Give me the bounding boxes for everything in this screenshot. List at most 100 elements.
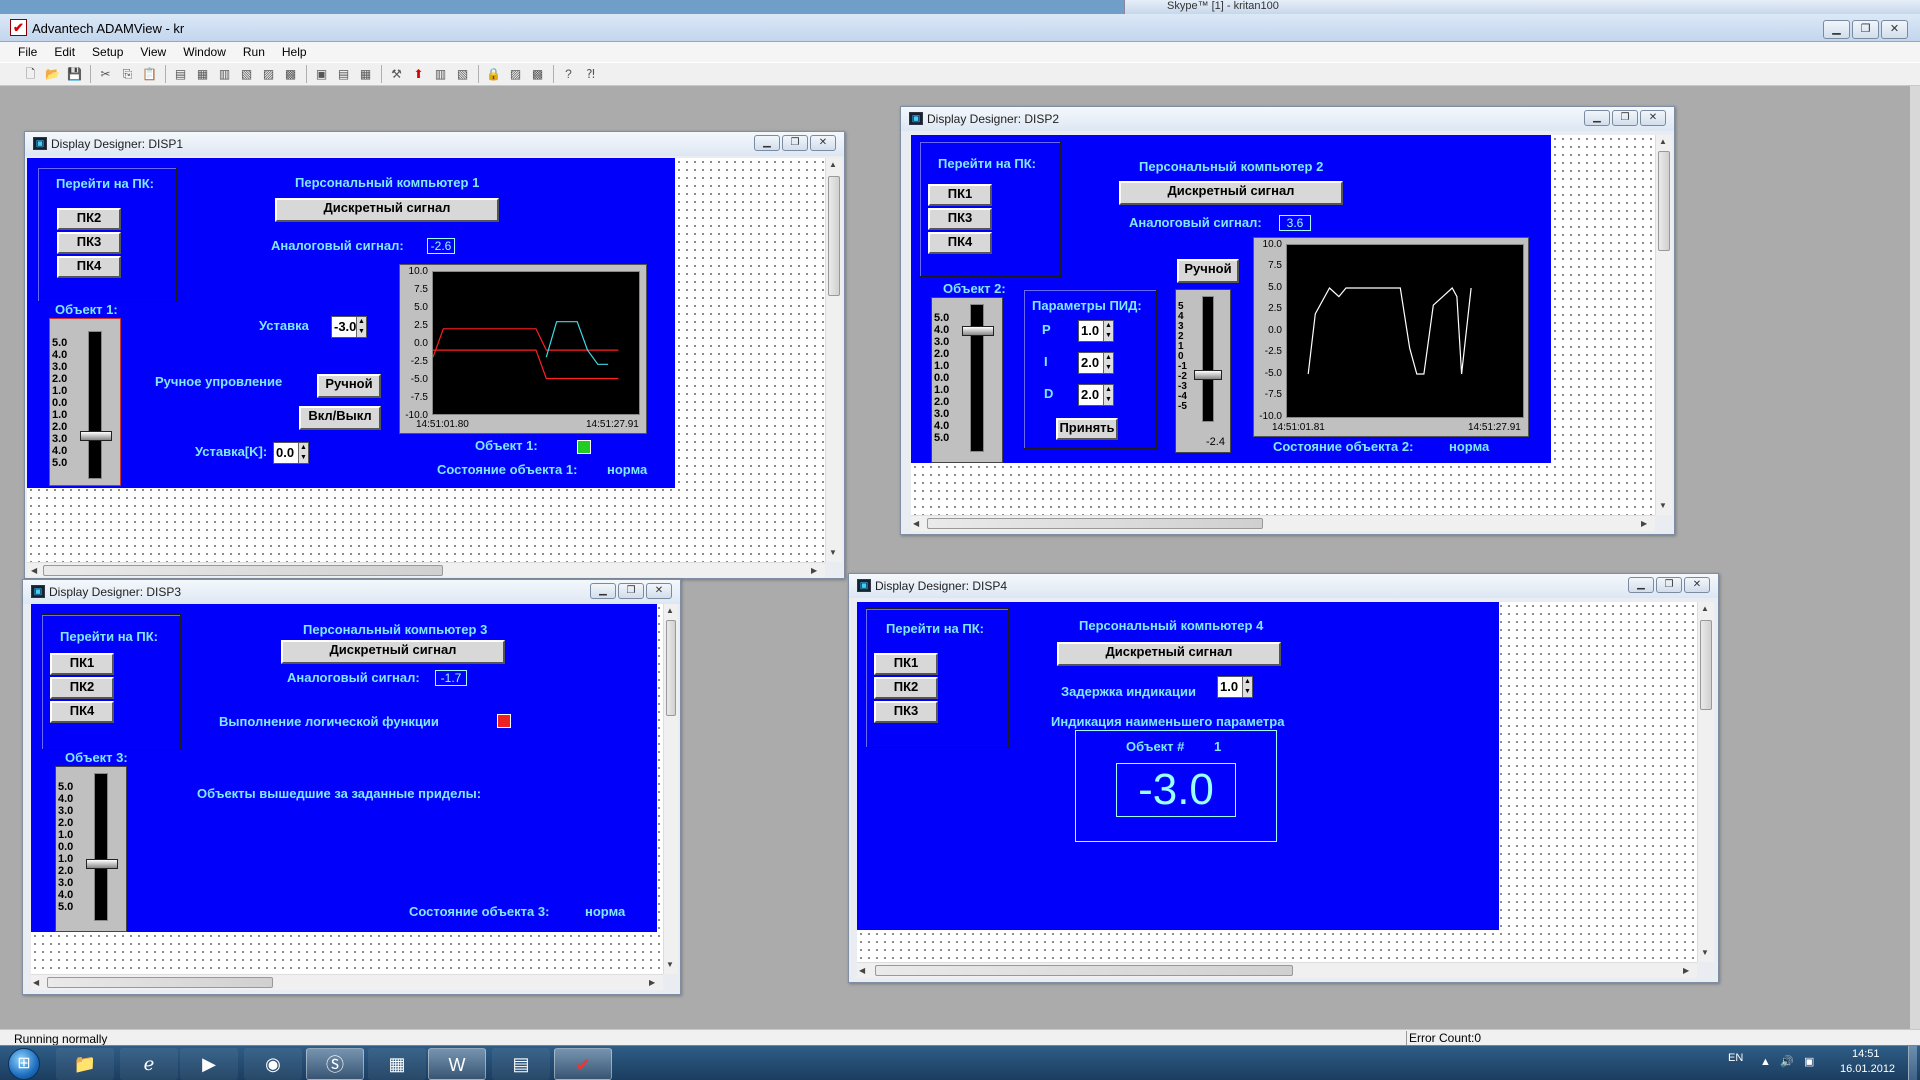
paste-icon[interactable]: 📋 xyxy=(141,66,158,83)
scroll-up-icon[interactable]: ▲ xyxy=(829,160,837,169)
run-icon[interactable]: ⬆ xyxy=(410,66,427,83)
scroll-thumb[interactable] xyxy=(828,176,840,296)
maximize-button[interactable]: ❐ xyxy=(1852,20,1879,39)
slider-thumb[interactable] xyxy=(80,431,112,441)
adamview-icon[interactable]: ✔ xyxy=(554,1048,612,1080)
close-button[interactable]: ✕ xyxy=(1881,20,1908,39)
skype-icon[interactable]: Ⓢ xyxy=(306,1048,364,1080)
pid-i-spinner[interactable]: 2.0 ▲ ▼ xyxy=(1078,352,1114,374)
on-off-button[interactable]: Вкл/Выкл xyxy=(299,406,381,430)
tool-icon[interactable]: ▤ xyxy=(172,66,189,83)
minimize-button[interactable]: ▁ xyxy=(590,583,616,599)
internet-explorer-icon[interactable]: ℯ xyxy=(120,1048,178,1080)
close-button[interactable]: ✕ xyxy=(1684,577,1710,593)
scroll-left-icon[interactable]: ◀ xyxy=(913,519,919,528)
disp2-horizontal-scrollbar[interactable]: ◀ ▶ xyxy=(911,515,1655,531)
network-icon[interactable]: ▣ xyxy=(1804,1055,1814,1068)
discrete-signal-button[interactable]: Дискретный сигнал xyxy=(281,640,505,664)
minimize-button[interactable]: ▁ xyxy=(1823,20,1850,39)
scroll-left-icon[interactable]: ◀ xyxy=(31,566,37,575)
chrome-icon[interactable]: ◉ xyxy=(244,1048,302,1080)
disp4-titlebar[interactable]: ▣ Display Designer: DISP4 ▁ ❐ ✕ xyxy=(849,574,1718,598)
manual-button[interactable]: Ручной xyxy=(317,374,381,398)
scroll-thumb[interactable] xyxy=(1658,151,1670,251)
tool-icon[interactable]: ▦ xyxy=(194,66,211,83)
object-slider[interactable]: 5.0 4.0 3.0 2.0 1.0 0.0 1.0 2.0 3.0 4.0 … xyxy=(55,766,127,932)
slider-thumb[interactable] xyxy=(86,859,118,869)
menu-run[interactable]: Run xyxy=(235,42,274,62)
disp1-vertical-scrollbar[interactable]: ▲ ▼ xyxy=(825,158,842,562)
minimize-button[interactable]: ▁ xyxy=(754,135,780,151)
compile-icon[interactable]: ⚒ xyxy=(388,66,405,83)
setpoint-spinner[interactable]: -3.0 ▲ ▼ xyxy=(331,316,367,338)
tool-icon[interactable]: ▨ xyxy=(507,66,524,83)
goto-pc4-button[interactable]: ПК4 xyxy=(928,232,992,254)
spin-arrows-icon[interactable]: ▲ ▼ xyxy=(1103,353,1113,373)
copy-icon[interactable]: ⎘ xyxy=(119,66,136,83)
disp3-titlebar[interactable]: ▣ Display Designer: DISP3 ▁ ❐ ✕ xyxy=(23,580,680,604)
new-file-icon[interactable]: 🗋 xyxy=(22,66,39,83)
menu-file[interactable]: File xyxy=(10,42,46,62)
scroll-up-icon[interactable]: ▲ xyxy=(666,606,674,615)
tool-icon[interactable]: ▥ xyxy=(216,66,233,83)
minimize-button[interactable]: ▁ xyxy=(1584,110,1610,126)
goto-pc3-button[interactable]: ПК3 xyxy=(928,208,992,230)
discrete-signal-button[interactable]: Дискретный сигнал xyxy=(1057,642,1281,666)
accept-button[interactable]: Принять xyxy=(1056,418,1118,440)
media-player-icon[interactable]: ▶ xyxy=(180,1048,238,1080)
goto-pc2-button[interactable]: ПК2 xyxy=(874,677,938,699)
minimize-button[interactable]: ▁ xyxy=(1628,577,1654,593)
disp4-vertical-scrollbar[interactable]: ▲ ▼ xyxy=(1697,602,1714,962)
scroll-down-icon[interactable]: ▼ xyxy=(666,960,674,969)
cut-icon[interactable]: ✂ xyxy=(97,66,114,83)
volume-icon[interactable]: 🔊 xyxy=(1780,1055,1794,1068)
tool-icon[interactable]: ▤ xyxy=(335,66,352,83)
goto-pc1-button[interactable]: ПК1 xyxy=(874,653,938,675)
pid-p-spinner[interactable]: 1.0 ▲ ▼ xyxy=(1078,320,1114,342)
slider-thumb[interactable] xyxy=(962,326,994,336)
close-button[interactable]: ✕ xyxy=(646,583,672,599)
background-window-title[interactable]: Skype™ [1] - kritan100 xyxy=(1124,0,1920,14)
tray-expand-icon[interactable]: ▲ xyxy=(1760,1056,1771,1068)
scroll-thumb[interactable] xyxy=(875,965,1293,976)
tool-icon[interactable]: ▦ xyxy=(357,66,374,83)
tool-icon[interactable]: ▣ xyxy=(313,66,330,83)
scroll-thumb[interactable] xyxy=(47,977,273,988)
disp1-horizontal-scrollbar[interactable]: ◀ ▶ xyxy=(27,562,825,578)
goto-pc4-button[interactable]: ПК4 xyxy=(50,701,114,723)
scroll-left-icon[interactable]: ◀ xyxy=(33,978,39,987)
object-slider[interactable]: 5.0 4.0 3.0 2.0 1.0 0.0 1.0 2.0 3.0 4.0 … xyxy=(931,297,1003,463)
setpoint-k-spinner[interactable]: 0.0 ▲ ▼ xyxy=(273,442,309,464)
tool-icon[interactable]: ▨ xyxy=(260,66,277,83)
word-icon[interactable]: W xyxy=(428,1048,486,1080)
save-icon[interactable]: 💾 xyxy=(66,66,83,83)
pid-d-spinner[interactable]: 2.0 ▲ ▼ xyxy=(1078,384,1114,406)
calculator-icon[interactable]: ▦ xyxy=(368,1048,426,1080)
spin-arrows-icon[interactable]: ▲ ▼ xyxy=(1242,677,1252,697)
tool-icon[interactable]: ▧ xyxy=(454,66,471,83)
discrete-signal-button[interactable]: Дискретный сигнал xyxy=(1119,181,1343,205)
explorer-icon[interactable]: 📁 xyxy=(56,1048,114,1080)
winrar-icon[interactable]: ▤ xyxy=(492,1048,550,1080)
scroll-down-icon[interactable]: ▼ xyxy=(829,548,837,557)
scroll-right-icon[interactable]: ▶ xyxy=(1683,966,1689,975)
slider-thumb[interactable] xyxy=(1194,370,1222,380)
disp4-horizontal-scrollbar[interactable]: ◀ ▶ xyxy=(857,962,1697,978)
help-icon[interactable]: ? xyxy=(560,66,577,83)
scroll-thumb[interactable] xyxy=(43,565,443,576)
maximize-button[interactable]: ❐ xyxy=(1656,577,1682,593)
close-button[interactable]: ✕ xyxy=(1640,110,1666,126)
scroll-right-icon[interactable]: ▶ xyxy=(811,566,817,575)
open-folder-icon[interactable]: 📂 xyxy=(44,66,61,83)
spin-arrows-icon[interactable]: ▲ ▼ xyxy=(356,317,366,337)
scroll-right-icon[interactable]: ▶ xyxy=(1641,519,1647,528)
maximize-button[interactable]: ❐ xyxy=(1612,110,1638,126)
clock-date[interactable]: 16.01.2012 xyxy=(1840,1063,1895,1075)
main-titlebar[interactable]: ✔ Advantech ADAMView - kr ▁ ❐ ✕ xyxy=(0,14,1920,42)
scroll-up-icon[interactable]: ▲ xyxy=(1659,137,1667,146)
scroll-thumb[interactable] xyxy=(1700,620,1712,710)
spin-arrows-icon[interactable]: ▲ ▼ xyxy=(1103,321,1113,341)
scroll-thumb[interactable] xyxy=(666,620,676,716)
scroll-down-icon[interactable]: ▼ xyxy=(1659,501,1667,510)
disp1-titlebar[interactable]: ▣ Display Designer: DISP1 ▁ ❐ ✕ xyxy=(25,132,844,156)
